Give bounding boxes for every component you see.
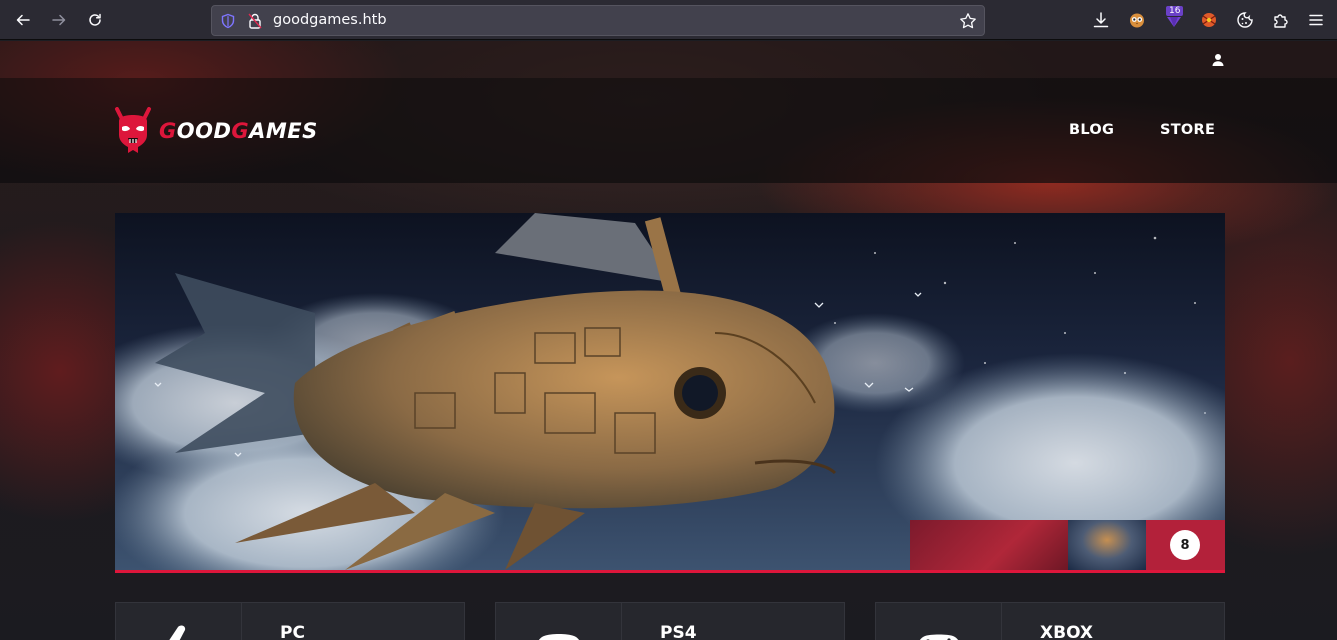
cookie-extension-button[interactable]	[1235, 10, 1255, 30]
hamburger-menu-icon	[1309, 14, 1323, 26]
xbox-controller-icon	[919, 634, 959, 640]
platform-card-title: PS4	[660, 623, 697, 640]
gamepad-icon	[538, 634, 580, 640]
platform-icon-cell	[116, 603, 242, 640]
hero-airship-illustration	[115, 213, 1225, 570]
download-icon	[1093, 12, 1109, 28]
extension-badge: 16	[1166, 6, 1184, 16]
hero-banner[interactable]: 8	[115, 213, 1225, 573]
platform-icon-cell	[496, 603, 622, 640]
hero-thumbnail-active[interactable]	[1068, 520, 1146, 570]
pc-icon	[169, 625, 187, 640]
cookie-icon	[1237, 12, 1253, 28]
ball-extension-icon	[1202, 13, 1216, 27]
page-viewport: GOODGAMES BLOG STORE 8 PC PS4 XBOX	[0, 41, 1337, 640]
menu-button[interactable]	[1306, 10, 1326, 30]
browser-toolbar: goodgames.htb 16	[0, 0, 1337, 40]
main-navbar: GOODGAMES BLOG STORE	[0, 78, 1337, 183]
thumbnail-count-badge[interactable]: 8	[1170, 530, 1200, 560]
lock-icon[interactable]	[247, 12, 263, 30]
tracking-shield-icon[interactable]	[220, 13, 236, 29]
extensions-button[interactable]	[1271, 10, 1291, 30]
user-account-icon[interactable]	[1210, 52, 1226, 68]
address-bar[interactable]: goodgames.htb	[211, 5, 985, 36]
back-arrow-icon	[16, 14, 30, 26]
reload-icon	[89, 13, 101, 26]
demon-skull-logo-icon	[115, 107, 151, 153]
nav-link-blog[interactable]: BLOG	[1069, 122, 1114, 138]
url-text[interactable]: goodgames.htb	[273, 12, 387, 28]
extension-ball-button[interactable]	[1199, 10, 1219, 30]
nav-link-store[interactable]: STORE	[1160, 122, 1215, 138]
owl-extension-icon	[1130, 13, 1144, 28]
back-button[interactable]	[10, 8, 36, 32]
platform-card-xbox[interactable]: XBOX	[875, 602, 1225, 640]
platform-icon-cell	[876, 603, 1002, 640]
hero-thumbnail-more[interactable]: 8	[1146, 520, 1225, 570]
logo-wordmark: GOODGAMES	[159, 119, 318, 143]
forward-arrow-icon	[52, 14, 66, 26]
platform-card-title: XBOX	[1040, 623, 1094, 640]
platform-card-title: PC	[280, 623, 305, 640]
puzzle-icon	[1274, 14, 1288, 28]
platform-card-ps4[interactable]: PS4	[495, 602, 845, 640]
top-bar	[0, 41, 1337, 78]
forward-button[interactable]	[46, 8, 72, 32]
bookmark-star-icon[interactable]	[959, 12, 977, 30]
downloads-button[interactable]	[1091, 10, 1111, 30]
extension-owl-button[interactable]	[1127, 10, 1147, 30]
reload-button[interactable]	[82, 8, 108, 32]
platform-card-pc[interactable]: PC	[115, 602, 465, 640]
hero-thumbnail[interactable]	[910, 520, 1068, 570]
hero-thumbnail-strip: 8	[910, 520, 1225, 570]
site-logo[interactable]: GOODGAMES	[113, 106, 318, 156]
